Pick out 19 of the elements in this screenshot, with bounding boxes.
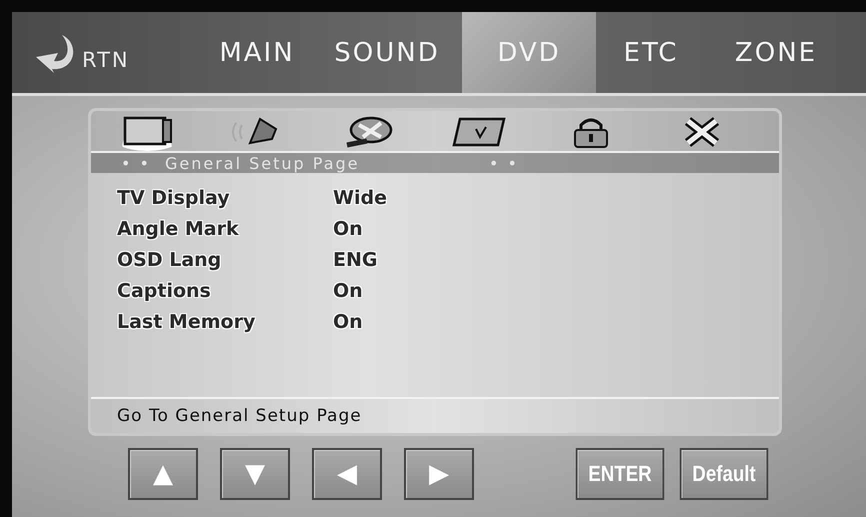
setting-value[interactable]: On — [333, 311, 363, 333]
setting-value[interactable]: Wide — [333, 187, 387, 209]
setting-value[interactable]: On — [333, 218, 363, 240]
setting-value[interactable]: On — [333, 280, 363, 302]
nav-tab[interactable]: ETC — [596, 12, 706, 93]
nav-tab[interactable]: ZONE — [706, 12, 846, 93]
back-button[interactable]: RTN — [12, 12, 202, 93]
heading-dots: • • — [121, 154, 151, 172]
setting-label[interactable]: Last Memory — [117, 311, 333, 333]
page-heading: General Setup Page — [164, 154, 360, 172]
heading-dots: • • — [488, 154, 519, 172]
setting-label[interactable]: Captions — [117, 280, 333, 302]
setting-label[interactable]: OSD Lang — [117, 249, 333, 271]
setting-label[interactable]: Angle Mark — [117, 218, 333, 240]
hint-text: Go To General Setup Page — [91, 397, 779, 433]
nav-tab[interactable]: SOUND — [312, 12, 462, 93]
nav-tab[interactable]: MAIN — [202, 12, 312, 93]
setting-label[interactable]: TV Display — [117, 187, 333, 209]
setting-value[interactable]: ENG — [333, 249, 378, 271]
